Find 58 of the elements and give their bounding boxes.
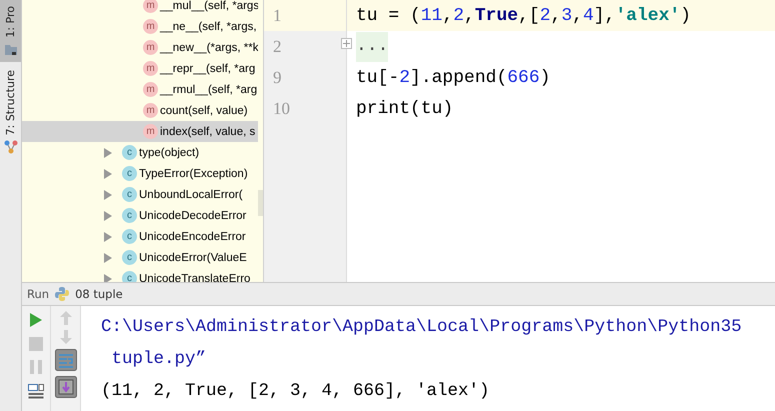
method-icon: m [143,124,158,139]
class-icon: c [122,271,137,282]
expand-arrow-icon [103,252,113,262]
tree-item[interactable]: m count(self, value) [22,100,258,121]
expand-arrow-icon [103,148,113,158]
class-icon: c [122,187,137,202]
code-line: tu[-2].append(666) [356,68,550,88]
folder-icon [4,42,18,56]
python-icon [54,286,70,302]
run-configuration-name: 08 tuple [75,287,123,301]
tree-item[interactable]: m __ne__(self, *args, [22,16,258,37]
class-icon: c [122,250,137,265]
method-icon: m [143,61,158,76]
line-number: 10 [273,98,290,118]
code-line: tu = (11,2,True,[2,3,4],'alex') [356,6,691,26]
line-number: 1 [273,6,282,26]
structure-icon [4,139,18,156]
tree-item[interactable]: c UnicodeEncodeError [22,226,258,247]
method-icon: m [143,19,158,34]
tool-window-tab[interactable]: 7: Structure [0,62,21,162]
method-icon: m [143,82,158,97]
tree-item[interactable]: c UnboundLocalError( [22,184,258,205]
class-icon: c [122,166,137,181]
console-line: C:\Users\Administrator\AppData\Local\Programs\Python\Python35 [101,316,743,339]
code-line: print(tu) [356,98,454,118]
tool-window-tab[interactable]: 1: Pro [0,0,21,62]
tree-item[interactable]: c TypeError(Exception) [22,163,258,184]
tree-item[interactable]: c UnicodeDecodeError [22,205,258,226]
expand-arrow-icon [103,190,113,200]
expand-arrow-icon [103,274,113,282]
soft-wrap-icon[interactable] [54,349,76,371]
layout-icon[interactable] [28,383,44,399]
tree-item[interactable]: c type(object) [22,142,258,163]
expand-arrow-icon [103,210,113,220]
class-icon: c [122,145,137,160]
fold-toggle-icon[interactable] [341,38,352,49]
pause-icon[interactable] [30,360,42,374]
tree-item[interactable]: m __rmul__(self, *arg [22,79,258,100]
expand-arrow-icon [103,232,113,242]
line-number: 2 [273,36,282,56]
class-icon: c [122,229,137,244]
console-line: tuple.py” [110,348,208,371]
tree-item[interactable]: m __repr__(self, *arg [22,58,258,79]
code-editor[interactable]: 1 tu = (11,2,True,[2,3,4],'alex') 2 ... 9 tu[-2].append(666) 10 print(tu) [264,0,775,282]
method-icon: m [143,103,158,118]
console-line: (11, 2, True, [2, 3, 4, 666], 'alex') [101,380,491,403]
scrollbar-thumb[interactable] [258,190,263,216]
tree-item[interactable]: m index(self, value, s [22,121,258,142]
class-icon: c [122,208,137,223]
tree-item[interactable]: c UnicodeError(ValueE [22,247,258,268]
run-icon[interactable] [29,312,43,328]
scroll-to-end-icon[interactable] [54,376,76,398]
folded-code[interactable]: ... [356,32,388,62]
method-icon: m [143,0,158,13]
method-icon: m [143,40,158,55]
line-number: 9 [273,68,282,88]
expand-arrow-icon [103,168,113,178]
run-label: Run [27,287,50,301]
